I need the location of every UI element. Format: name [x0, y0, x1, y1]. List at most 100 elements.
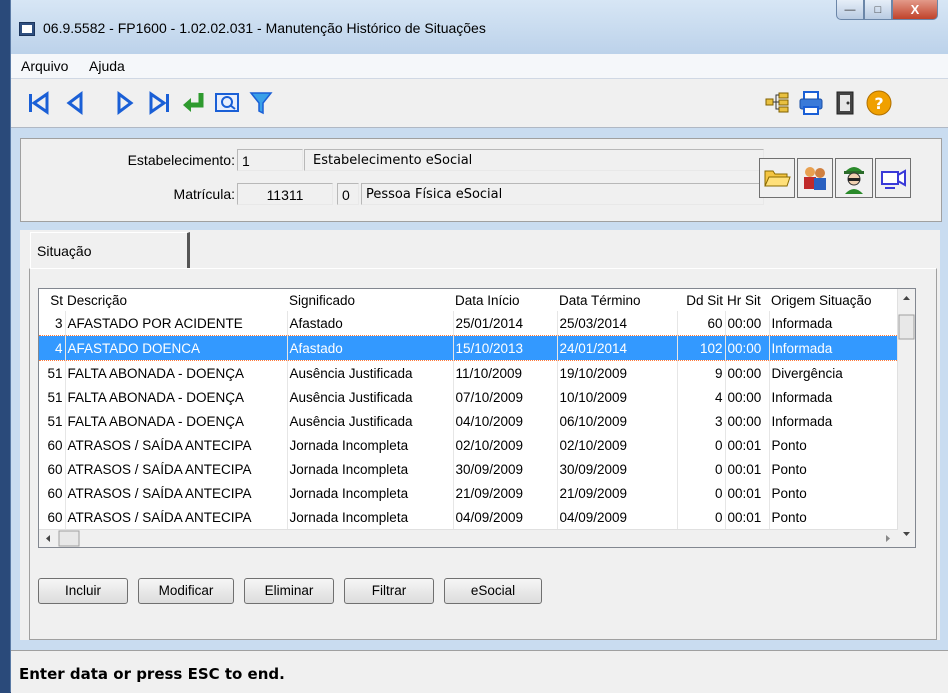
close-button[interactable]: X	[892, 0, 938, 20]
pessoa-name-field: Pessoa Física eSocial	[361, 183, 764, 205]
exit-icon[interactable]	[831, 89, 859, 117]
folder-icon	[764, 170, 791, 187]
cell-descricao: FALTA ABONADA - DOENÇA	[65, 385, 288, 409]
cell-data-inicio: 15/10/2013	[453, 335, 558, 361]
cell-origem: Divergência	[769, 360, 902, 385]
col-st[interactable]: St	[39, 289, 65, 311]
next-record-icon[interactable]	[111, 89, 139, 117]
vertical-scrollbar[interactable]	[897, 289, 915, 547]
table-row[interactable]: 60 ATRASOS / SAÍDA ANTECIPA Jornada Incomp…	[39, 457, 902, 481]
table-row[interactable]: 3 AFASTADO POR ACIDENTE Afastado 25/01/2014…	[39, 311, 902, 336]
cell-data-inicio: 02/10/2009	[453, 433, 558, 457]
cell-data-termino: 02/10/2009	[557, 433, 678, 457]
status-message: Enter data or press ESC to end.	[19, 665, 285, 683]
matricula-field[interactable]: 11311	[237, 183, 333, 205]
matricula-label: Matrícula:	[173, 186, 235, 202]
print-icon[interactable]	[797, 89, 825, 117]
estabelecimento-code-field[interactable]: 1	[237, 149, 303, 171]
window-controls: — □ X	[836, 0, 938, 20]
col-hr-sit[interactable]: Hr Sit	[725, 289, 769, 311]
maximize-button[interactable]: □	[864, 0, 892, 20]
user-icon	[844, 167, 864, 194]
window-title: 06.9.5582 - FP1600 - 1.02.02.031 - Manut…	[43, 20, 486, 36]
col-origem[interactable]: Origem Situação	[769, 289, 901, 311]
col-dd-sit[interactable]: Dd Sit	[677, 289, 725, 311]
cell-st: 60	[39, 481, 66, 505]
col-data-termino[interactable]: Data Término	[557, 289, 677, 311]
filter-icon[interactable]	[247, 89, 275, 117]
estabelecimento-name-field: Estabelecimento eSocial	[304, 149, 764, 171]
cell-dd-sit: 0	[677, 433, 726, 457]
cell-data-inicio: 11/10/2009	[453, 360, 558, 385]
eliminar-button[interactable]: Eliminar	[244, 578, 334, 604]
menu-ajuda[interactable]: Ajuda	[89, 58, 125, 74]
cell-data-inicio: 30/09/2009	[453, 457, 558, 481]
col-significado[interactable]: Significado	[287, 289, 453, 311]
filtrar-button[interactable]: Filtrar	[344, 578, 434, 604]
help-icon[interactable]: ?	[865, 89, 893, 117]
app-icon	[19, 22, 35, 36]
user-button[interactable]	[835, 158, 873, 198]
table-row[interactable]: 60 ATRASOS / SAÍDA ANTECIPA Jornada Incomp…	[39, 433, 902, 457]
table-row[interactable]: 60 ATRASOS / SAÍDA ANTECIPA Jornada Incomp…	[39, 481, 902, 505]
table-header: St Descrição Significado Data Início Dat…	[39, 289, 901, 311]
cell-hr-sit: 00:00	[725, 335, 770, 361]
cell-dd-sit: 0	[677, 505, 726, 529]
table-row[interactable]: 51 FALTA ABONADA - DOENÇA Ausência Justifi…	[39, 360, 902, 385]
cell-data-termino: 19/10/2009	[557, 360, 678, 385]
cell-significado: Jornada Incompleta	[287, 481, 454, 505]
last-record-icon[interactable]	[145, 89, 173, 117]
scrollbar-arrows	[898, 296, 915, 536]
cell-data-termino: 10/10/2009	[557, 385, 678, 409]
col-data-inicio[interactable]: Data Início	[453, 289, 557, 311]
situacoes-grid[interactable]: St Descrição Significado Data Início Dat…	[38, 288, 916, 548]
cell-origem: Informada	[769, 335, 902, 361]
cell-data-inicio: 04/10/2009	[453, 409, 558, 433]
cell-significado: Jornada Incompleta	[287, 505, 454, 529]
cell-descricao: AFASTADO DOENCA	[65, 335, 288, 361]
cell-hr-sit: 00:00	[725, 409, 770, 433]
horizontal-scrollbar[interactable]	[39, 529, 898, 547]
minimize-button[interactable]: —	[836, 0, 864, 20]
cell-origem: Ponto	[769, 481, 902, 505]
cell-descricao: FALTA ABONADA - DOENÇA	[65, 360, 288, 385]
table-row[interactable]: 51 FALTA ABONADA - DOENÇA Ausência Justifi…	[39, 385, 902, 409]
cell-dd-sit: 0	[677, 481, 726, 505]
cell-st: 60	[39, 457, 66, 481]
cell-data-termino: 21/09/2009	[557, 481, 678, 505]
cell-significado: Ausência Justificada	[287, 360, 454, 385]
table-row[interactable]: 51 FALTA ABONADA - DOENÇA Ausência Justifi…	[39, 409, 902, 433]
goto-icon[interactable]	[179, 89, 207, 117]
scroll-thumb	[898, 314, 915, 340]
first-record-icon[interactable]	[25, 89, 53, 117]
hscroll-arrows	[46, 530, 890, 547]
col-descricao[interactable]: Descrição	[65, 289, 287, 311]
video-button[interactable]	[875, 158, 911, 198]
tree-icon[interactable]	[763, 89, 791, 117]
table-row[interactable]: 60 ATRASOS / SAÍDA ANTECIPA Jornada Incomp…	[39, 505, 902, 529]
cell-significado: Ausência Justificada	[287, 409, 454, 433]
cell-data-termino: 06/10/2009	[557, 409, 678, 433]
cell-data-inicio: 21/09/2009	[453, 481, 558, 505]
table-row[interactable]: 4 AFASTADO DOENCA Afastado 15/10/2013 24/01/…	[39, 335, 902, 361]
cell-dd-sit: 102	[677, 335, 726, 361]
cell-dd-sit: 4	[677, 385, 726, 409]
cell-data-termino: 30/09/2009	[557, 457, 678, 481]
cell-descricao: ATRASOS / SAÍDA ANTECIPA	[65, 433, 288, 457]
menu-arquivo[interactable]: Arquivo	[21, 58, 68, 74]
cell-origem: Ponto	[769, 433, 902, 457]
tab-situacao[interactable]: Situação	[30, 232, 190, 268]
search-icon[interactable]	[213, 89, 241, 117]
cell-significado: Jornada Incompleta	[287, 433, 454, 457]
matricula-dv-field: 0	[337, 183, 359, 205]
esocial-button[interactable]: eSocial	[444, 578, 542, 604]
cell-data-termino: 25/03/2014	[557, 311, 678, 336]
modificar-button[interactable]: Modificar	[138, 578, 234, 604]
people-button[interactable]	[797, 158, 833, 198]
open-folder-button[interactable]	[759, 158, 795, 198]
prev-record-icon[interactable]	[61, 89, 89, 117]
cell-st: 60	[39, 433, 66, 457]
cell-data-inicio: 25/01/2014	[453, 311, 558, 336]
cell-descricao: ATRASOS / SAÍDA ANTECIPA	[65, 505, 288, 529]
incluir-button[interactable]: Incluir	[38, 578, 128, 604]
